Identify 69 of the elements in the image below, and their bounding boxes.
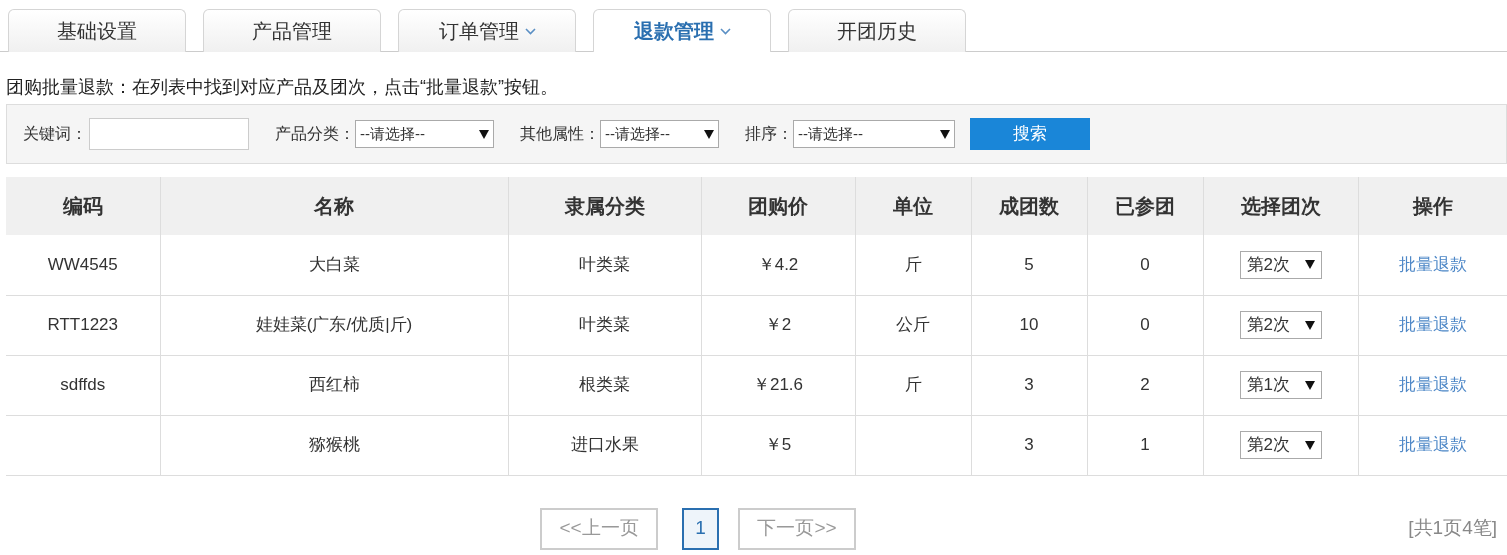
table-cell: 斤: [904, 255, 922, 274]
column-header: 选择团次: [1240, 195, 1321, 217]
dropdown-arrow-icon: [479, 129, 489, 139]
table-cell: 0: [1140, 315, 1150, 335]
field-label: 关键词：: [23, 124, 87, 144]
table-cell: 10: [1019, 315, 1039, 335]
table-cell: ￥2: [764, 315, 792, 335]
round-select[interactable]: 第2次: [1239, 311, 1322, 339]
refund-link[interactable]: 批量退款: [1398, 435, 1467, 455]
tab[interactable]: 退款管理: [593, 9, 771, 52]
table-cell: RTT1223: [47, 315, 119, 335]
tab[interactable]: 开团历史: [788, 9, 966, 52]
column-header: 已参团: [1115, 195, 1175, 217]
table-cell: 5: [1024, 255, 1034, 274]
table-cell: 根类菜: [579, 375, 630, 395]
table-cell: 娃娃菜(广东/优质|斤): [255, 315, 413, 335]
table-cell: 叶类菜: [579, 255, 630, 274]
field-label: 其他属性：: [520, 124, 600, 144]
column-header: 编码: [62, 195, 103, 217]
table-cell: 3: [1024, 375, 1034, 395]
refund-link[interactable]: 批量退款: [1398, 375, 1467, 395]
table-cell: WW4545: [47, 255, 118, 274]
tab[interactable]: 产品管理: [203, 9, 381, 52]
field-label: 排序：: [745, 124, 793, 144]
column-header: 操作: [1412, 195, 1453, 217]
column-header: 名称: [314, 195, 354, 217]
dropdown-arrow-icon: [940, 129, 950, 139]
round-select[interactable]: 第2次: [1239, 431, 1322, 459]
table-cell: 1: [1140, 435, 1150, 455]
table-cell: 0: [1140, 255, 1150, 274]
column-header: 隶属分类: [564, 195, 645, 217]
table-cell: 2: [1140, 375, 1150, 395]
search-button[interactable]: 搜索: [970, 118, 1090, 150]
table-cell: 斤: [904, 375, 922, 395]
page-button: 下一页>>: [738, 507, 856, 550]
select-dropdown[interactable]: --请选择--: [600, 120, 719, 148]
instruction-text: 团购批量退款：在列表中找到对应产品及团次，点击“批量退款”按钮。: [6, 77, 558, 97]
table-cell: ￥5: [764, 435, 792, 455]
table-cell: 西红柿: [308, 375, 360, 395]
dropdown-arrow-icon: [704, 129, 714, 139]
tab[interactable]: 订单管理: [398, 9, 576, 52]
select-dropdown[interactable]: --请选择--: [355, 120, 494, 148]
dropdown-arrow-icon: [1304, 260, 1315, 270]
table-cell: 大白菜: [308, 255, 360, 274]
page-number[interactable]: 1: [682, 507, 719, 550]
table-cell: ￥4.2: [757, 255, 799, 274]
round-select[interactable]: 第1次: [1239, 371, 1322, 399]
table-cell: 叶类菜: [579, 315, 630, 335]
dropdown-arrow-icon: [1304, 320, 1315, 330]
dropdown-arrow-icon: [1304, 380, 1315, 390]
table-cell: 进口水果: [570, 435, 639, 455]
keyword-input[interactable]: [89, 118, 249, 150]
select-dropdown[interactable]: --请选择--: [793, 120, 955, 148]
dropdown-arrow-icon: [1304, 440, 1315, 450]
refund-link[interactable]: 批量退款: [1398, 315, 1467, 335]
page-button: <<上一页: [540, 507, 658, 550]
table-cell: 公斤: [896, 315, 930, 335]
refund-link[interactable]: 批量退款: [1398, 255, 1467, 274]
table-cell: 3: [1024, 435, 1034, 455]
round-select[interactable]: 第2次: [1239, 250, 1322, 279]
column-header: 团购价: [748, 195, 808, 217]
table-cell: 猕猴桃: [308, 435, 360, 455]
field-label: 产品分类：: [275, 124, 355, 144]
column-header: 成团数: [999, 195, 1059, 217]
pagination-summary: [共1页4笔]: [1408, 516, 1497, 541]
table-cell: ￥21.6: [752, 375, 804, 395]
tab[interactable]: 基础设置: [8, 9, 186, 52]
column-header: 单位: [893, 195, 933, 217]
table-cell: sdffds: [60, 375, 106, 395]
